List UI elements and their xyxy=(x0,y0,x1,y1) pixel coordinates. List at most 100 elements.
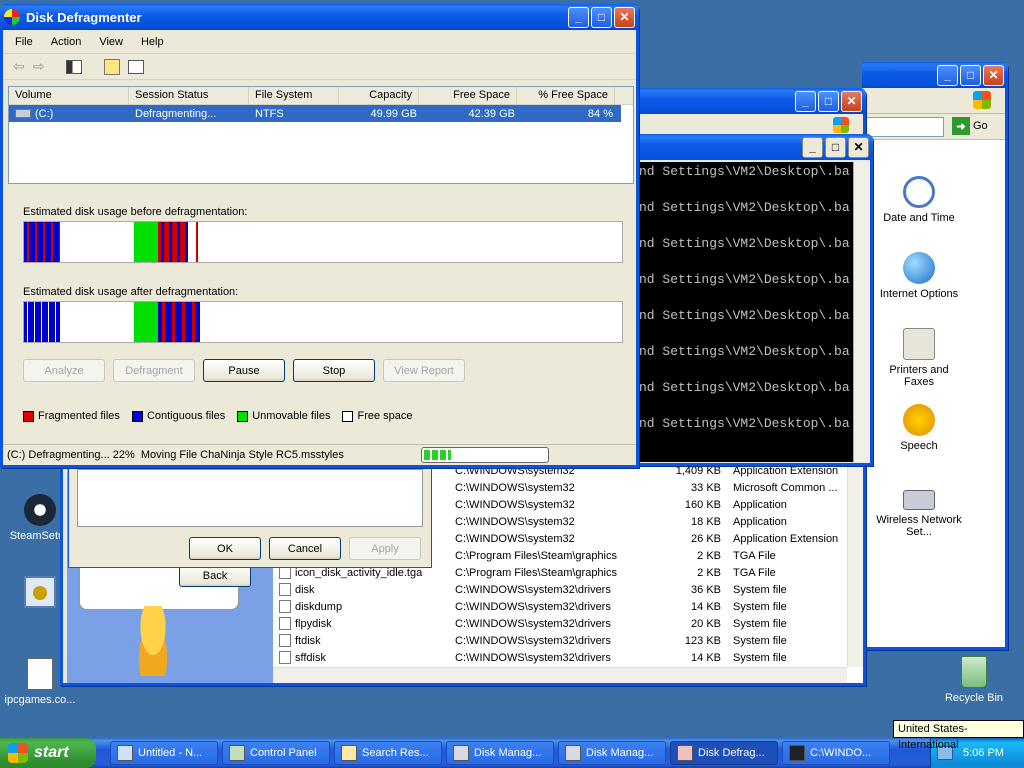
column-header[interactable]: Capacity xyxy=(339,87,419,104)
back-arrow-icon[interactable]: ⇦ xyxy=(13,58,25,75)
console-line: nd Settings\VM2\Desktop\.ba xyxy=(639,344,850,359)
minimize-button[interactable]: _ xyxy=(795,90,816,112)
task-search-results[interactable]: Search Res... xyxy=(334,741,442,765)
apply-button[interactable]: Apply xyxy=(349,537,421,560)
file-path: C:\WINDOWS\system32\drivers xyxy=(455,634,611,647)
table-row[interactable]: ftdisk C:\WINDOWS\system32\drivers 123 KB S… xyxy=(273,632,851,649)
console-line: nd Settings\VM2\Desktop\.ba xyxy=(639,380,850,395)
minimize-button[interactable]: _ xyxy=(937,64,958,86)
cp-item-wireless[interactable]: Wireless Network Set... xyxy=(874,480,964,538)
legend-swatch-contiguous xyxy=(131,410,143,422)
table-row[interactable]: sffdisk C:\WINDOWS\system32\drivers 14 KB S… xyxy=(273,649,851,666)
after-usage-bar xyxy=(23,301,623,343)
task-command-prompt[interactable]: C:\WINDO... xyxy=(782,741,890,765)
legend-fragmented: Fragmented files xyxy=(23,410,120,422)
console-output[interactable]: nd Settings\VM2\Desktop\.ba nd Settings\V… xyxy=(623,162,853,462)
console-tree-icon[interactable] xyxy=(66,59,83,74)
file-path: C:\WINDOWS\system32\drivers xyxy=(455,617,611,630)
search-dog-icon xyxy=(131,606,175,676)
task-disk-management-1[interactable]: Disk Manag... xyxy=(446,741,554,765)
menu-view[interactable]: View xyxy=(99,36,123,48)
column-header[interactable]: Volume xyxy=(9,87,129,104)
table-row[interactable]: diskdump C:\WINDOWS\system32\drivers 14 KB… xyxy=(273,598,851,615)
maximize-button[interactable]: □ xyxy=(591,6,612,28)
file-size: 123 KB xyxy=(684,634,721,647)
column-header[interactable]: Free Space xyxy=(419,87,517,104)
fragmented-segment xyxy=(158,222,188,262)
console-line: nd Settings\VM2\Desktop\.ba xyxy=(639,272,850,287)
cp-item-internet-options[interactable]: Internet Options xyxy=(874,252,964,300)
file-size: 14 KB xyxy=(691,600,721,613)
task-control-panel[interactable]: Control Panel xyxy=(222,741,330,765)
cp-item-date-time[interactable]: Date and Time xyxy=(874,176,964,224)
file-size: 2 KB xyxy=(697,549,721,562)
table-row[interactable]: disk C:\WINDOWS\system32\drivers 36 KB Syst… xyxy=(273,581,851,598)
menu-action[interactable]: Action xyxy=(51,36,82,48)
maximize-button[interactable]: □ xyxy=(825,136,846,158)
legend-swatch-free xyxy=(342,410,354,422)
console-scrollbar[interactable] xyxy=(853,162,870,462)
printer-icon xyxy=(903,328,935,360)
contiguous-segment xyxy=(24,302,60,342)
minimize-button[interactable]: _ xyxy=(568,6,589,28)
address-dropdown[interactable] xyxy=(862,117,944,137)
task-label: Disk Defrag... xyxy=(698,747,765,759)
close-button[interactable]: ✕ xyxy=(841,90,862,112)
column-header[interactable]: % Free Space xyxy=(517,87,615,104)
maximize-button[interactable]: □ xyxy=(818,90,839,112)
close-button[interactable]: ✕ xyxy=(983,64,1004,86)
file-size: 26 KB xyxy=(691,532,721,545)
toolbar: ⇦ ⇨ xyxy=(3,54,636,80)
file-type: System file xyxy=(733,634,787,647)
volume-row[interactable]: (C:) Defragmenting... NTFS 49.99 GB 42.3… xyxy=(9,105,621,122)
file-type: Application Extension xyxy=(733,464,839,477)
defragment-button[interactable]: Defragment xyxy=(113,359,195,382)
task-disk-defragmenter[interactable]: Disk Defrag... xyxy=(670,741,778,765)
ok-button[interactable]: OK xyxy=(189,537,261,560)
table-row[interactable]: flpydisk C:\WINDOWS\system32\drivers 20 KB… xyxy=(273,615,851,632)
cp-item-speech[interactable]: Speech xyxy=(874,404,964,452)
properties-icon[interactable] xyxy=(128,59,145,74)
globe-icon xyxy=(903,252,935,284)
task-label: Control Panel xyxy=(250,747,317,759)
menu-file[interactable]: File xyxy=(15,36,33,48)
maximize-button[interactable]: □ xyxy=(960,64,981,86)
cancel-button[interactable]: Cancel xyxy=(269,537,341,560)
menu-bar: File Action View Help xyxy=(3,30,636,54)
document-icon xyxy=(27,658,53,690)
legend-unmovable: Unmovable files xyxy=(237,410,330,422)
close-button[interactable]: ✕ xyxy=(614,6,635,28)
control-panel-titlebar: _ □ ✕ xyxy=(862,62,1008,88)
control-panel-window: _ □ ✕ ➜ Go Date and Time Internet Option… xyxy=(862,62,1008,650)
start-button[interactable]: start xyxy=(0,738,96,768)
status-bar: (C:) Defragmenting... 22% Moving File Ch… xyxy=(3,444,636,465)
go-button[interactable]: ➜ Go xyxy=(952,117,988,135)
horizontal-scrollbar[interactable] xyxy=(273,667,847,683)
tooltip-language: United States-International xyxy=(893,720,1024,751)
column-header[interactable]: File System xyxy=(249,87,339,104)
console-icon xyxy=(789,745,805,761)
legend-contiguous: Contiguous files xyxy=(131,410,225,422)
analyze-button[interactable]: Analyze xyxy=(23,359,105,382)
cp-item-printers[interactable]: Printers and Faxes xyxy=(874,328,964,388)
desktop-icon-recycle-bin[interactable]: Recycle Bin xyxy=(934,656,1014,704)
minimize-button[interactable]: _ xyxy=(802,136,823,158)
forward-arrow-icon[interactable]: ⇨ xyxy=(33,58,45,75)
stop-button[interactable]: Stop xyxy=(293,359,375,382)
console-line: nd Settings\VM2\Desktop\.ba xyxy=(639,308,850,323)
progress-bar xyxy=(421,447,549,463)
task-notepad[interactable]: Untitled - N... xyxy=(110,741,218,765)
taskbar: start Untitled - N... Control Panel Search… xyxy=(0,738,1024,768)
file-type: System file xyxy=(733,617,787,630)
clock[interactable]: 5:06 PM xyxy=(963,747,1004,759)
steam-icon xyxy=(24,494,56,526)
column-header[interactable]: Session Status xyxy=(129,87,249,104)
view-report-button[interactable]: View Report xyxy=(383,359,465,382)
after-label: Estimated disk usage after defragmentati… xyxy=(23,286,239,298)
pause-button[interactable]: Pause xyxy=(203,359,285,382)
task-disk-management-2[interactable]: Disk Manag... xyxy=(558,741,666,765)
help-icon[interactable] xyxy=(104,58,121,75)
console-titlebar: _ □ ✕ xyxy=(620,134,873,160)
menu-help[interactable]: Help xyxy=(141,36,164,48)
close-button[interactable]: ✕ xyxy=(848,136,869,158)
